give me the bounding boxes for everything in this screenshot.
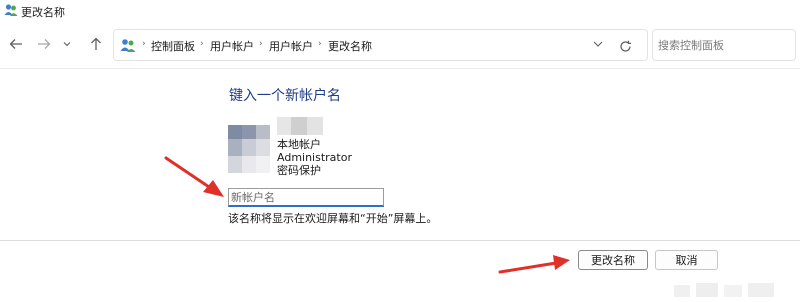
control-panel-icon [120,39,136,52]
address-bar[interactable]: › 控制面板 › 用户帐户 › 用户帐户 › 更改名称 [113,29,648,61]
account-name: Administrator [277,151,352,164]
annotation-arrow-icon [164,156,224,197]
breadcrumb-separator-icon: › [142,39,146,49]
window-title: 更改名称 [21,6,65,19]
divider [0,240,800,241]
chevron-down-icon [63,42,71,47]
divider [0,68,800,69]
breadcrumb-separator-icon: › [259,39,263,49]
hint-text: 该名称将显示在欢迎屏幕和“开始”屏幕上。 [228,212,438,225]
refresh-button[interactable] [616,37,634,55]
breadcrumb-item[interactable]: 控制面板 [151,38,195,54]
change-name-button[interactable]: 更改名称 [578,250,648,270]
arrow-left-icon [9,39,22,49]
annotation-arrow-icon [498,255,570,274]
breadcrumb-item-current[interactable]: 更改名称 [328,38,372,54]
chevron-down-icon [593,41,603,47]
search-input[interactable] [653,30,795,60]
page-heading: 键入一个新帐户名 [229,88,341,104]
breadcrumb-item[interactable]: 用户帐户 [269,38,313,54]
account-protection: 密码保护 [277,164,321,177]
cancel-button[interactable]: 取消 [655,250,718,270]
users-icon [4,4,18,16]
forward-button[interactable] [34,34,54,54]
new-name-field[interactable] [228,188,384,207]
up-button[interactable] [86,34,106,54]
address-dropdown-button[interactable] [593,38,603,52]
breadcrumb-separator-icon: › [318,39,322,49]
arrow-right-icon [38,39,51,49]
account-name-blurred [277,117,323,135]
title-bar: 更改名称 [0,0,800,22]
refresh-icon [619,40,631,52]
account-type: 本地帐户 [277,138,321,151]
watermark-blur [666,277,800,302]
avatar [228,125,270,173]
navigation-bar: › 控制面板 › 用户帐户 › 用户帐户 › 更改名称 [0,22,800,68]
breadcrumb-item[interactable]: 用户帐户 [210,38,254,54]
breadcrumb-separator-icon: › [200,39,204,49]
arrow-up-icon [91,37,101,50]
new-name-input[interactable] [229,189,383,205]
recent-locations-button[interactable] [60,34,74,54]
back-button[interactable] [6,34,26,54]
search-box[interactable] [652,29,796,61]
